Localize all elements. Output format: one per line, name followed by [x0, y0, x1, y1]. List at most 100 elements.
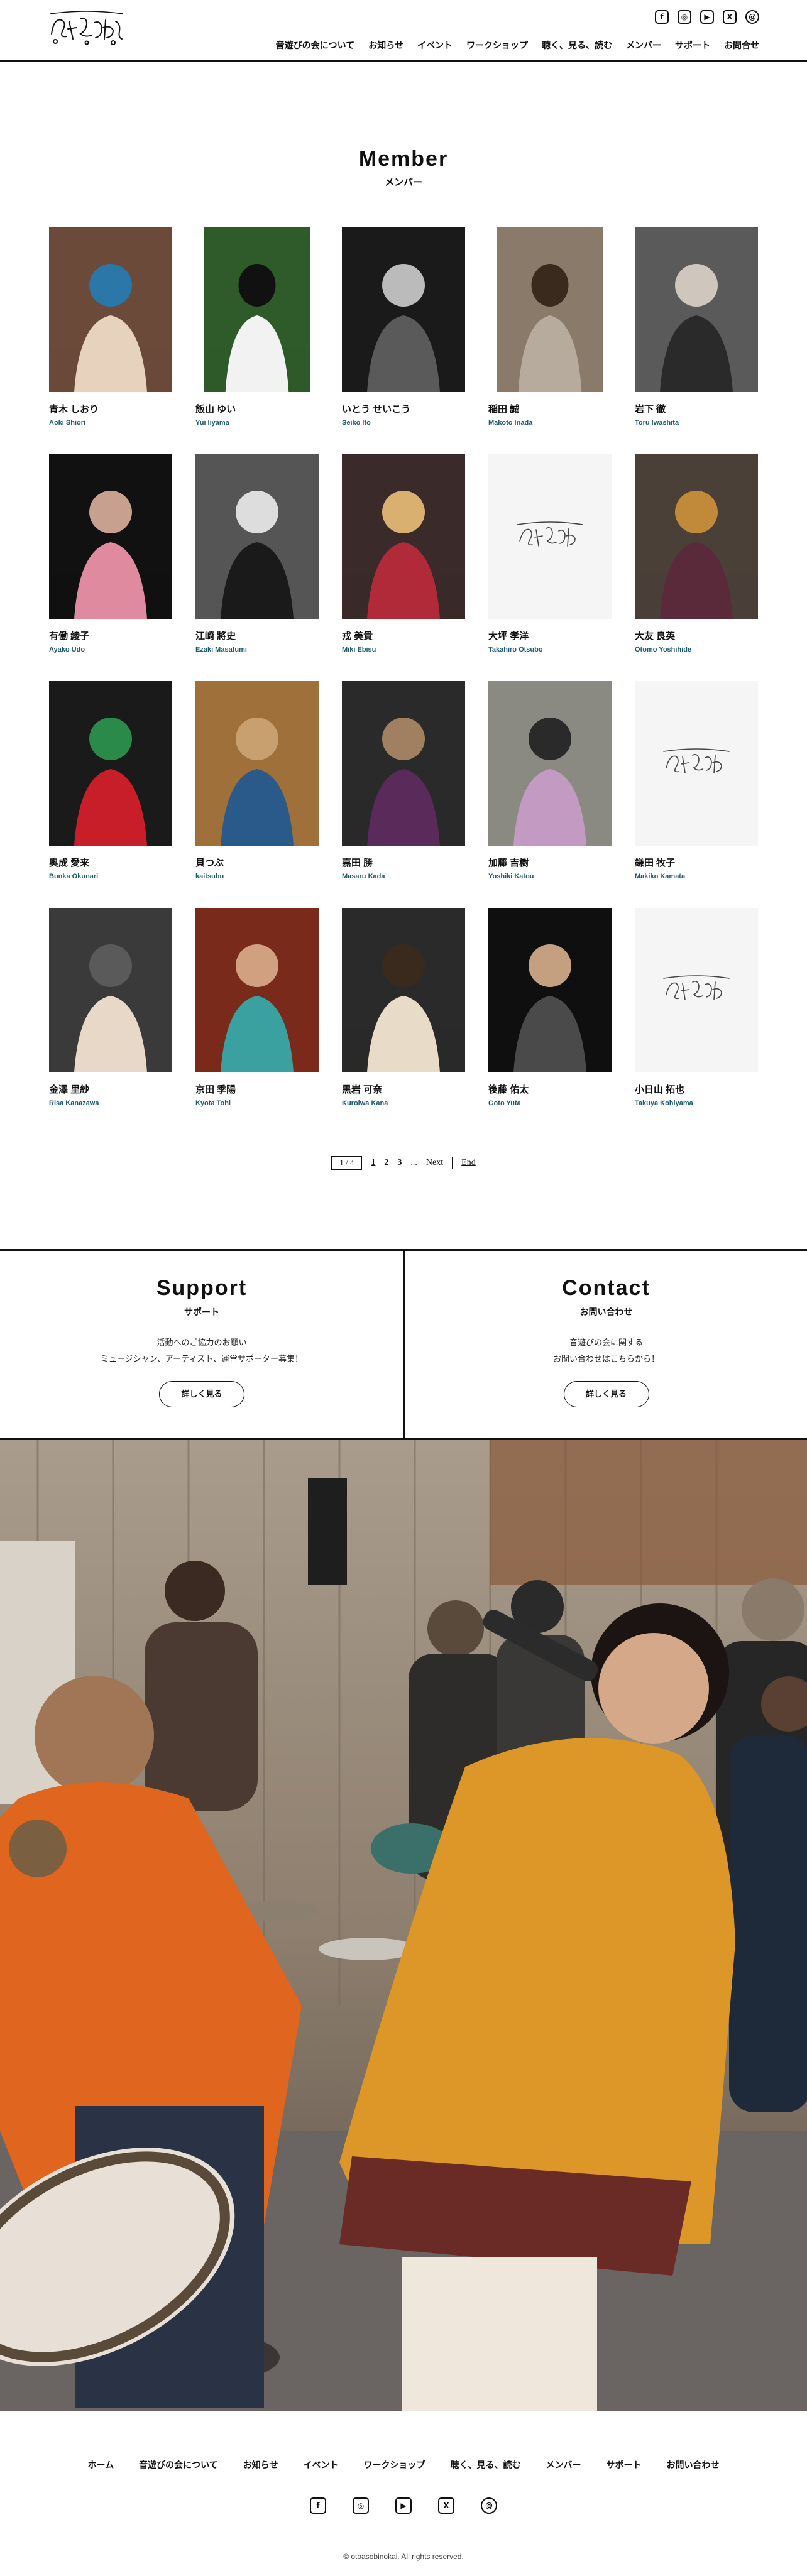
member-card[interactable]: 貝つぶ kaitsubu	[195, 681, 319, 908]
youtube-icon[interactable]: ▶	[395, 2497, 412, 2514]
member-name: 後藤 佑太	[488, 1084, 529, 1095]
member-roman-name: Ayako Udo	[49, 646, 85, 653]
footer-nav-about[interactable]: 音遊びの会について	[139, 2459, 218, 2471]
page-link-2[interactable]: 2	[384, 1158, 388, 1168]
member-roman-name: Toru Iwashita	[635, 419, 679, 427]
footer-nav-workshop[interactable]: ワークショップ	[363, 2459, 425, 2471]
member-roman-name: kaitsubu	[195, 873, 224, 880]
facebook-icon[interactable]: f	[655, 10, 669, 24]
member-card[interactable]: 後藤 佑太 Goto Yuta	[488, 908, 612, 1135]
member-card[interactable]: いとう せいこう Seiko Ito	[342, 227, 465, 454]
member-card[interactable]: 大友 良英 Otomo Yoshihide	[635, 454, 758, 681]
member-photo[interactable]	[49, 454, 172, 619]
pagination-divider	[452, 1157, 453, 1169]
member-card[interactable]: 加藤 吉樹 Yoshiki Katou	[488, 681, 612, 908]
member-name: 金澤 里紗	[49, 1084, 90, 1095]
member-photo[interactable]	[49, 908, 172, 1072]
member-roman-name: Takuya Kohiyama	[635, 1100, 693, 1107]
member-photo-placeholder[interactable]	[635, 681, 758, 846]
support-desc-line: 活動へのご協力のお願い	[156, 1338, 247, 1347]
member-photo[interactable]	[49, 681, 172, 846]
page-indicator: 1 / 4	[331, 1156, 363, 1170]
nav-support[interactable]: サポート	[675, 39, 710, 52]
member-roman-name: Takahiro Otsubo	[488, 646, 543, 653]
footer-nav-news[interactable]: お知らせ	[243, 2459, 278, 2471]
member-photo[interactable]	[195, 908, 319, 1072]
member-card[interactable]: 江崎 將史 Ezaki Masafumi	[195, 454, 319, 681]
member-roman-name: Yui Iiyama	[195, 419, 229, 427]
member-card[interactable]: 金澤 里紗 Risa Kanazawa	[49, 908, 172, 1135]
nav-contact[interactable]: お問合せ	[724, 39, 759, 52]
footer-nav-media[interactable]: 聴く、見る、読む	[450, 2459, 520, 2471]
member-roman-name: Makiko Kamata	[635, 873, 686, 880]
member-card[interactable]: 奥成 愛来 Bunka Okunari	[49, 681, 172, 908]
instagram-icon[interactable]: ◎	[353, 2497, 369, 2514]
next-page-link[interactable]: Next	[426, 1158, 443, 1168]
member-photo[interactable]	[195, 681, 319, 846]
member-card[interactable]: 鎌田 牧子 Makiko Kamata	[635, 681, 758, 908]
member-name: 京田 季陽	[195, 1084, 236, 1095]
member-card[interactable]: 大坪 孝洋 Takahiro Otsubo	[488, 454, 612, 681]
member-photo[interactable]	[488, 681, 612, 846]
member-photo[interactable]	[342, 227, 465, 392]
member-name: 飯山 ゆい	[195, 404, 236, 415]
member-photo[interactable]	[342, 908, 465, 1072]
site-header: f ◎ ▶ X @ 音遊びの会について お知らせ イベント ワークショップ 聴く…	[0, 0, 807, 62]
member-photo[interactable]	[195, 454, 319, 619]
nav-media[interactable]: 聴く、見る、読む	[542, 39, 612, 52]
footer-nav-members[interactable]: メンバー	[546, 2459, 581, 2471]
nav-members[interactable]: メンバー	[626, 39, 661, 52]
footer-nav: ホーム 音遊びの会について お知らせ イベント ワークショップ 聴く、見る、読む…	[0, 2459, 807, 2471]
footer-nav-contact[interactable]: お問い合わせ	[666, 2459, 719, 2471]
member-photo-placeholder[interactable]	[488, 454, 612, 619]
page-link-3[interactable]: 3	[397, 1158, 402, 1168]
member-photo[interactable]	[635, 227, 758, 392]
x-icon[interactable]: X	[438, 2497, 454, 2514]
member-photo[interactable]	[342, 681, 465, 846]
facebook-icon[interactable]: f	[310, 2497, 326, 2514]
member-card[interactable]: 戎 美貴 Miki Ebisu	[342, 454, 465, 681]
member-photo[interactable]	[488, 908, 612, 1072]
nav-workshop[interactable]: ワークショップ	[466, 39, 528, 52]
x-icon[interactable]: X	[723, 10, 737, 24]
contact-desc-line: 音遊びの会に関する	[569, 1338, 643, 1347]
footer-nav-home[interactable]: ホーム	[88, 2459, 114, 2471]
footer-nav-support[interactable]: サポート	[606, 2459, 641, 2471]
support-more-button[interactable]: 詳しく見る	[159, 1381, 244, 1407]
nav-about[interactable]: 音遊びの会について	[276, 39, 355, 52]
member-card[interactable]: 青木 しおり Aoki Shiori	[49, 227, 172, 454]
threads-icon[interactable]: @	[745, 10, 759, 24]
member-roman-name: Kuroiwa Kana	[342, 1100, 388, 1107]
last-page-link[interactable]: End	[461, 1158, 476, 1168]
nav-events[interactable]: イベント	[417, 39, 453, 52]
member-photo[interactable]	[195, 227, 319, 392]
page-link-1[interactable]: 1	[371, 1158, 375, 1168]
youtube-icon[interactable]: ▶	[700, 10, 714, 24]
member-card[interactable]: 京田 季陽 Kyota Tohi	[195, 908, 319, 1135]
member-photo-placeholder[interactable]	[635, 908, 758, 1072]
member-card[interactable]: 小日山 拓也 Takuya Kohiyama	[635, 908, 758, 1135]
member-photo[interactable]	[488, 227, 612, 392]
member-photo[interactable]	[635, 454, 758, 619]
site-logo[interactable]	[48, 9, 126, 48]
instagram-icon[interactable]: ◎	[678, 10, 691, 24]
member-roman-name: Miki Ebisu	[342, 646, 376, 653]
member-photo[interactable]	[342, 454, 465, 619]
contact-more-button[interactable]: 詳しく見る	[563, 1381, 649, 1407]
member-card[interactable]: 稲田 誠 Makoto Inada	[488, 227, 612, 454]
support-subtitle: サポート	[184, 1307, 219, 1317]
member-card[interactable]: 有働 綾子 Ayako Udo	[49, 454, 172, 681]
member-card[interactable]: 黒岩 可奈 Kuroiwa Kana	[342, 908, 465, 1135]
member-roman-name: Seiko Ito	[342, 419, 371, 427]
footer-nav-events[interactable]: イベント	[303, 2459, 338, 2471]
member-card[interactable]: 岩下 徹 Toru Iwashita	[635, 227, 758, 454]
contact-desc-line: お問い合わせはこちらから！	[552, 1354, 659, 1363]
member-grid: 青木 しおり Aoki Shiori 飯山 ゆい Yui Iiyama いとう せいこう…	[49, 227, 758, 1135]
threads-icon[interactable]: @	[481, 2497, 497, 2514]
nav-news[interactable]: お知らせ	[368, 39, 404, 52]
support-panel: Support サポート 活動へのご協力のお願い ミュージシャン、アーティスト、…	[0, 1251, 404, 1438]
page-subtitle: メンバー	[384, 177, 422, 188]
member-card[interactable]: 飯山 ゆい Yui Iiyama	[195, 227, 319, 454]
member-photo[interactable]	[49, 227, 172, 392]
member-card[interactable]: 嘉田 勝 Masaru Kada	[342, 681, 465, 908]
